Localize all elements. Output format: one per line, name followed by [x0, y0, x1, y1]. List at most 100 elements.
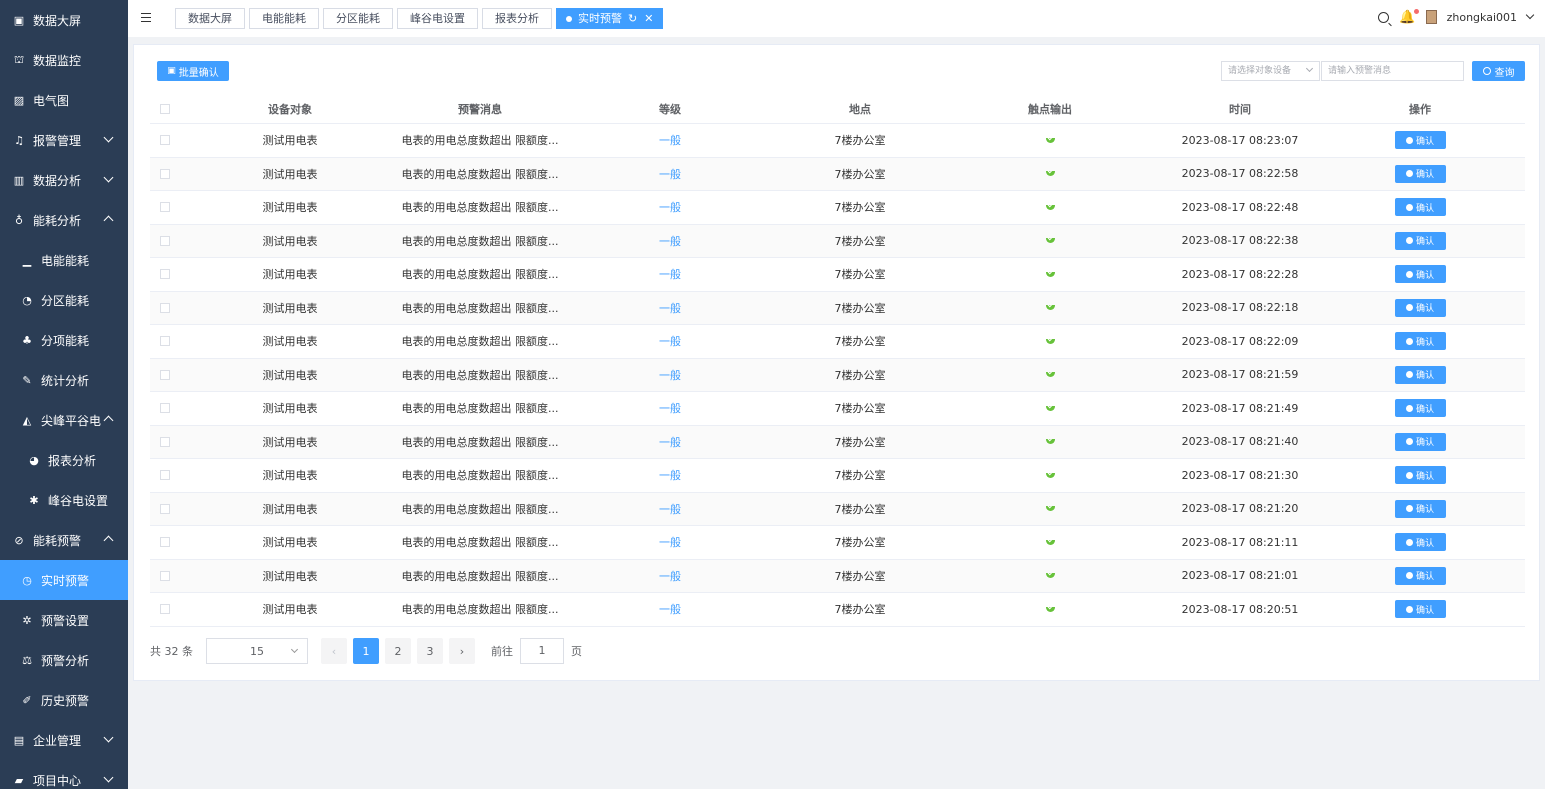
bell-icon[interactable]: 🔔	[1399, 8, 1419, 24]
row-checkbox[interactable]	[160, 302, 170, 313]
tab[interactable]: 报表分析	[482, 8, 552, 29]
row-checkbox[interactable]	[160, 269, 170, 280]
confirm-button[interactable]: 确认	[1394, 399, 1446, 418]
sidebar-item[interactable]: ♣ 分项能耗	[0, 320, 128, 360]
sidebar-item[interactable]: ▣ 数据大屏	[0, 0, 128, 40]
page-size-select[interactable]: 15	[206, 638, 308, 664]
row-checkbox[interactable]	[160, 470, 170, 481]
message-search-input[interactable]: 请输入预警消息	[1321, 61, 1464, 81]
sidebar-item[interactable]: ✱ 峰谷电设置	[0, 480, 128, 520]
confirm-button[interactable]: 确认	[1394, 131, 1446, 150]
tab[interactable]: 实时预警 ↻ ✕	[556, 8, 664, 29]
confirm-button[interactable]: 确认	[1394, 566, 1446, 585]
page-button[interactable]: 3	[417, 638, 443, 664]
row-checkbox[interactable]	[160, 604, 170, 615]
confirm-button[interactable]: 确认	[1394, 600, 1446, 619]
confirm-button[interactable]: 确认	[1394, 164, 1446, 183]
table-row: 测试用电表 电表的用电总度数超出 限额度... 一般 7楼办公室 2023-08-17 …	[150, 157, 1525, 191]
sidebar-item[interactable]: ▥ 数据分析	[0, 160, 128, 200]
confirm-button[interactable]: 确认	[1394, 231, 1446, 250]
confirm-button[interactable]: 确认	[1394, 265, 1446, 284]
cell-level[interactable]: 一般	[560, 132, 780, 148]
confirm-button[interactable]: 确认	[1394, 499, 1446, 518]
row-checkbox[interactable]	[160, 570, 170, 581]
confirm-button[interactable]: 确认	[1394, 432, 1446, 451]
sidebar-item[interactable]: ◷ 实时预警	[0, 560, 128, 600]
row-checkbox[interactable]	[160, 537, 170, 548]
tab[interactable]: 电能能耗	[249, 8, 319, 29]
sidebar-item[interactable]: ▰ 项目中心	[0, 760, 128, 789]
row-checkbox[interactable]	[160, 135, 170, 146]
avatar[interactable]	[1425, 10, 1437, 24]
sidebar-item[interactable]: ◕ 报表分析	[0, 440, 128, 480]
cell-level[interactable]: 一般	[560, 400, 780, 416]
confirm-button[interactable]: 确认	[1394, 365, 1446, 384]
row-checkbox[interactable]	[160, 369, 170, 380]
search-icon[interactable]	[1378, 11, 1390, 23]
confirm-button[interactable]: 确认	[1394, 298, 1446, 317]
confirm-label: 确认	[1415, 304, 1434, 315]
query-button[interactable]: 查询	[1472, 61, 1525, 81]
page-button[interactable]: 1	[353, 638, 379, 664]
device-select[interactable]: 请选择对象设备	[1221, 61, 1320, 81]
cell-level[interactable]: 一般	[560, 501, 780, 517]
row-checkbox[interactable]	[160, 403, 170, 414]
next-page-button[interactable]: ›	[449, 638, 475, 664]
sidebar-item[interactable]: ✎ 统计分析	[0, 360, 128, 400]
cell-message: 电表的用电总度数超出 限额度...	[401, 536, 559, 550]
table-row: 测试用电表 电表的用电总度数超出 限额度... 一般 7楼办公室 2023-08-17 …	[150, 325, 1525, 359]
cell-level[interactable]: 一般	[560, 568, 780, 584]
row-checkbox[interactable]	[160, 202, 170, 213]
row-checkbox[interactable]	[160, 503, 170, 514]
tab[interactable]: 峰谷电设置	[397, 8, 478, 29]
confirm-button[interactable]: 确认	[1394, 533, 1446, 552]
select-all-checkbox[interactable]	[160, 104, 170, 114]
cell-level[interactable]: 一般	[560, 467, 780, 483]
sidebar-item[interactable]: ◭ 尖峰平谷电	[0, 400, 128, 440]
batch-confirm-button[interactable]: ▣ 批量确认	[157, 61, 229, 81]
confirm-button[interactable]: 确认	[1394, 466, 1446, 485]
hamburger-menu-icon[interactable]	[141, 13, 151, 22]
cell-level[interactable]: 一般	[560, 166, 780, 182]
cell-level[interactable]: 一般	[560, 367, 780, 383]
row-checkbox[interactable]	[160, 336, 170, 347]
cell-level[interactable]: 一般	[560, 199, 780, 215]
row-checkbox[interactable]	[160, 436, 170, 447]
cell-level[interactable]: 一般	[560, 300, 780, 316]
sidebar-item[interactable]: ♁ 能耗分析	[0, 200, 128, 240]
sidebar-item[interactable]: ✲ 预警设置	[0, 600, 128, 640]
sidebar-item[interactable]: ♫ 报警管理	[0, 120, 128, 160]
chevron-right-icon: ›	[459, 644, 465, 658]
sidebar-item[interactable]: ▤ 企业管理	[0, 720, 128, 760]
sidebar-item[interactable]: ◔ 分区能耗	[0, 280, 128, 320]
tab[interactable]: 分区能耗	[323, 8, 393, 29]
cell-level[interactable]: 一般	[560, 534, 780, 550]
sidebar-item[interactable]: ⚖ 预警分析	[0, 640, 128, 680]
sidebar-item[interactable]: ▨ 电气图	[0, 80, 128, 120]
chevron-down-icon[interactable]	[1525, 10, 1535, 20]
page-button[interactable]: 2	[385, 638, 411, 664]
cell-level[interactable]: 一般	[560, 233, 780, 249]
sidebar-item[interactable]: ⊘ 能耗预警	[0, 520, 128, 560]
refresh-icon[interactable]: ↻	[628, 9, 637, 28]
prev-page-button[interactable]: ‹	[321, 638, 347, 664]
cell-level[interactable]: 一般	[560, 601, 780, 617]
username[interactable]: zhongkai001	[1447, 11, 1517, 24]
sidebar-item[interactable]: ▁ 电能能耗	[0, 240, 128, 280]
check-circle-icon	[1405, 471, 1413, 479]
row-checkbox[interactable]	[160, 168, 170, 179]
confirm-button[interactable]: 确认	[1394, 332, 1446, 351]
check-circle-icon	[1045, 137, 1055, 143]
sidebar-item[interactable]: ⛫ 数据监控	[0, 40, 128, 80]
cell-level[interactable]: 一般	[560, 434, 780, 450]
cell-level[interactable]: 一般	[560, 333, 780, 349]
cell-time: 2023-08-17 08:20:51	[1181, 602, 1299, 616]
confirm-button[interactable]: 确认	[1394, 198, 1446, 217]
close-icon[interactable]: ✕	[644, 9, 653, 28]
row-checkbox[interactable]	[160, 235, 170, 246]
tab[interactable]: 数据大屏	[175, 8, 245, 29]
sidebar-item[interactable]: ✐ 历史预警	[0, 680, 128, 720]
cell-level[interactable]: 一般	[560, 266, 780, 282]
goto-page-input[interactable]: 1	[520, 638, 564, 664]
device-select-placeholder: 请选择对象设备	[1228, 66, 1292, 76]
